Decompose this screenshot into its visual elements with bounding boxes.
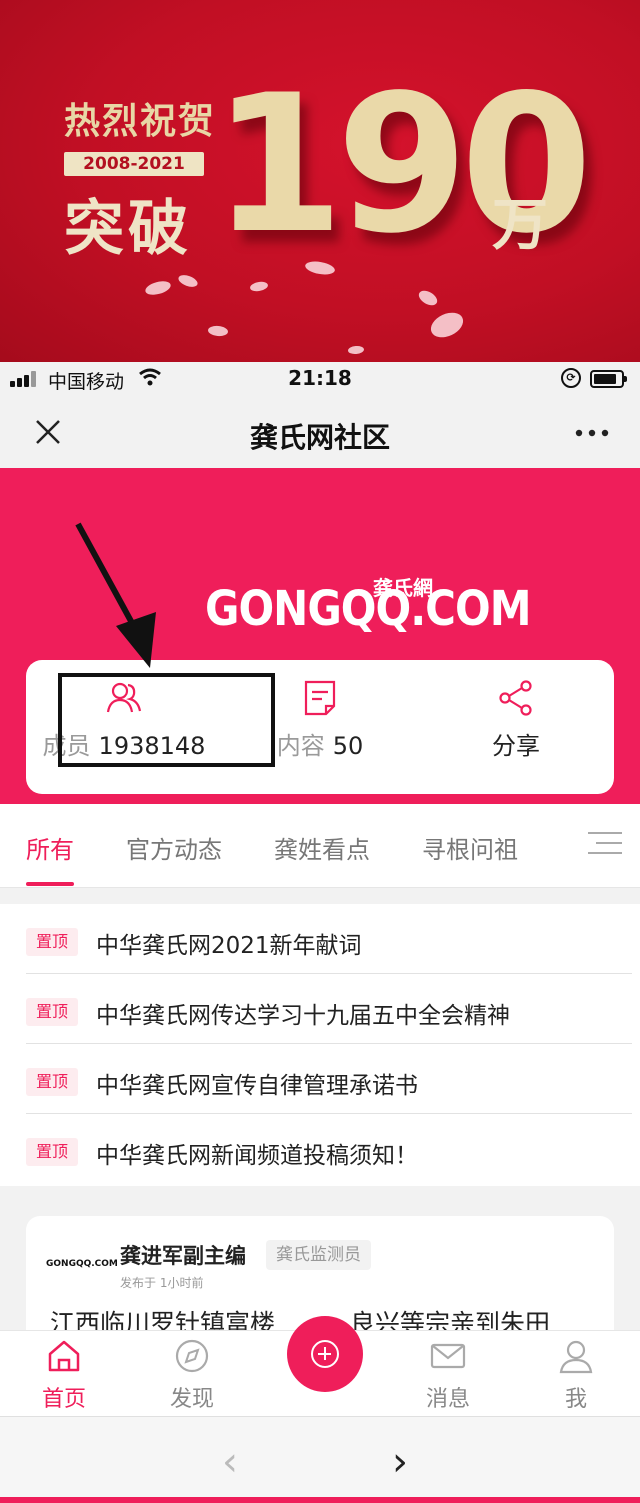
logo-subtext: 龚氏網 — [373, 576, 433, 600]
avatar[interactable]: GONGQQ.COM — [46, 1248, 118, 1280]
forward-button[interactable]: › — [392, 1439, 408, 1485]
pinned-tag: 置顶 — [26, 928, 78, 956]
pinned-item[interactable]: 置顶 中华龚氏网2021新年献词 — [26, 904, 632, 974]
annotation-arrow — [75, 522, 156, 668]
profile-icon — [559, 1340, 593, 1374]
status-bar: 中国移动 21:18 ⟳ — [0, 362, 640, 396]
more-button[interactable] — [572, 414, 612, 450]
promo-banner: 热烈祝贺 2008-2021 突破 190 万 — [0, 0, 640, 362]
pinned-list: 置顶 中华龚氏网2021新年献词 置顶 中华龚氏网传达学习十九届五中全会精神 置… — [0, 904, 640, 1186]
banner-unit: 万 — [492, 193, 548, 258]
banner-breakthrough: 突破 — [64, 194, 192, 264]
pinned-title: 中华龚氏网2021新年献词 — [96, 933, 362, 959]
petal-decoration — [426, 307, 468, 343]
pinned-tag: 置顶 — [26, 1068, 78, 1096]
tabbar-home[interactable]: 首页 — [24, 1337, 104, 1413]
tab-menu-icon[interactable] — [588, 832, 622, 856]
pinned-title: 中华龚氏网宣传自律管理承诺书 — [96, 1073, 418, 1099]
stat-share[interactable]: 分享 — [418, 678, 614, 778]
pinned-item[interactable]: 置顶 中华龚氏网传达学习十九届五中全会精神 — [26, 974, 632, 1044]
site-logo: GONGQQ.COM 龚氏網 — [205, 576, 531, 637]
tab-all[interactable]: 所有 — [26, 830, 74, 865]
banner-congrats: 热烈祝贺 — [64, 101, 217, 142]
tabbar-discover[interactable]: 发现 — [152, 1337, 232, 1413]
content-label: 内容 — [276, 732, 325, 760]
tabbar-label: 发现 — [169, 1387, 214, 1412]
petal-decoration — [143, 278, 173, 298]
logo-text: GONGQQ.COM — [205, 580, 531, 637]
content-count: 50 — [332, 732, 364, 760]
petal-decoration — [249, 280, 269, 293]
tabbar-messages[interactable]: 消息 — [408, 1337, 488, 1413]
tab-ancestry[interactable]: 寻根问祖 — [422, 830, 518, 865]
tab-gong-highlights[interactable]: 龚姓看点 — [274, 830, 370, 865]
tabbar-label: 我 — [564, 1387, 587, 1412]
post-author[interactable]: 龚进军副主编 — [120, 1240, 246, 1270]
pinned-tag: 置顶 — [26, 998, 78, 1026]
category-tabs: 所有 官方动态 龚姓看点 寻根问祖 — [0, 804, 640, 888]
post-time: 发布于 1小时前 — [120, 1276, 204, 1290]
petal-decoration — [416, 287, 440, 309]
tabbar-label: 消息 — [425, 1387, 470, 1412]
pinned-title: 中华龚氏网新闻频道投稿须知！ — [96, 1143, 418, 1169]
content-icon — [304, 680, 336, 716]
post-role-badge: 龚氏监测员 — [266, 1240, 371, 1270]
petal-decoration — [176, 272, 200, 290]
share-label: 分享 — [492, 732, 540, 760]
tab-official-news[interactable]: 官方动态 — [126, 830, 222, 865]
annotation-highlight-box — [58, 673, 275, 767]
bottom-accent-strip — [0, 1497, 640, 1503]
share-icon — [499, 680, 532, 716]
browser-toolbar: ‹ › — [0, 1416, 640, 1503]
banner-years: 2008-2021 — [64, 152, 204, 176]
petal-decoration — [207, 325, 229, 337]
home-icon — [48, 1340, 80, 1372]
nav-bar: 龚氏网社区 — [0, 396, 640, 468]
tabbar-me[interactable]: 我 — [536, 1337, 616, 1413]
tabbar-label: 首页 — [41, 1387, 86, 1412]
more-icon — [575, 429, 609, 437]
create-post-button[interactable] — [287, 1316, 363, 1392]
plus-icon — [311, 1340, 339, 1368]
battery-icon — [590, 370, 627, 388]
message-icon — [430, 1343, 466, 1369]
pinned-title: 中华龚氏网传达学习十九届五中全会精神 — [96, 1003, 510, 1029]
back-button[interactable]: ‹ — [222, 1439, 238, 1485]
petal-decoration — [347, 345, 365, 355]
discover-icon — [175, 1339, 209, 1373]
active-tab-indicator — [26, 882, 74, 886]
pinned-item[interactable]: 置顶 中华龚氏网宣传自律管理承诺书 — [26, 1044, 632, 1114]
rotation-lock-icon: ⟳ — [561, 368, 581, 388]
clock: 21:18 — [288, 366, 352, 390]
pinned-item[interactable]: 置顶 中华龚氏网新闻频道投稿须知！ — [26, 1114, 632, 1184]
page-title: 龚氏网社区 — [249, 421, 390, 454]
pinned-tag: 置顶 — [26, 1138, 78, 1166]
